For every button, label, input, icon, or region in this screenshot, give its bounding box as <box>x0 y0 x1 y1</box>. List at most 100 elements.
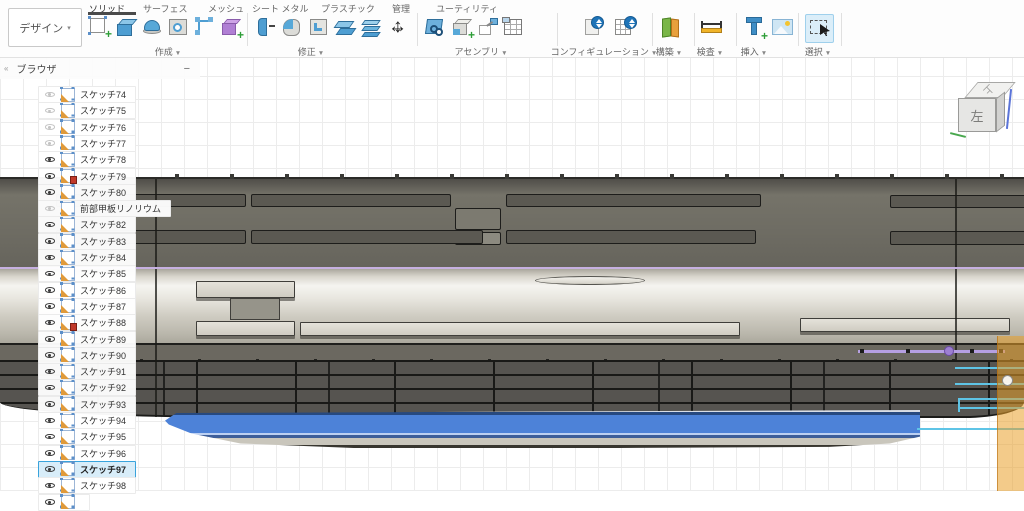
visibility-eye-icon[interactable] <box>44 171 56 182</box>
model-hull[interactable] <box>0 177 1024 459</box>
browser-sketch-row[interactable]: スケッチ75 <box>38 102 136 119</box>
configuration-table-icon[interactable] <box>614 15 638 41</box>
browser-sketch-row[interactable]: スケッチ98 <box>38 477 136 494</box>
insert-mesh-icon[interactable]: + <box>220 15 244 41</box>
visibility-eye-icon[interactable] <box>44 448 56 459</box>
configure-icon[interactable] <box>583 15 607 41</box>
visibility-eye-icon[interactable] <box>44 317 56 328</box>
browser-sketch-row[interactable]: スケッチ77 <box>38 135 136 152</box>
browser-sketch-row[interactable]: スケッチ84 <box>38 249 136 266</box>
sketch-line-cyan[interactable] <box>958 398 960 412</box>
insert-derive-icon[interactable] <box>424 15 448 41</box>
visibility-eye-icon[interactable] <box>44 138 56 149</box>
sketch-spline[interactable] <box>858 350 1005 353</box>
visibility-eye-icon[interactable] <box>44 366 56 377</box>
tab-utilities[interactable]: ユーティリティ <box>436 2 498 15</box>
sketch-icon <box>61 136 75 150</box>
visibility-eye-icon[interactable] <box>44 268 56 279</box>
sketch-point-marker[interactable] <box>1002 375 1013 386</box>
visibility-eye-icon[interactable] <box>44 89 56 100</box>
construct-plane-icon[interactable] <box>659 15 683 41</box>
sheet-flange-icon[interactable] <box>254 15 278 41</box>
viewport-canvas[interactable]: 上 左 <box>0 57 1024 491</box>
browser-sketch-row[interactable]: スケッチ93 <box>38 396 136 413</box>
surface-patch-icon[interactable] <box>141 15 165 41</box>
browser-sketch-row[interactable]: スケッチ92 <box>38 379 136 396</box>
design-menu-button[interactable]: デザイン ▾ <box>8 8 82 47</box>
selected-hull-bottom-profile[interactable] <box>165 410 920 448</box>
visibility-eye-icon[interactable] <box>44 399 56 410</box>
browser-sketch-row[interactable]: スケッチ90 <box>38 347 136 364</box>
bend-icon[interactable] <box>281 15 305 41</box>
browser-sketch-row[interactable]: スケッチ85 <box>38 265 136 282</box>
visibility-eye-icon[interactable] <box>44 285 56 296</box>
revolve-surface-icon[interactable] <box>167 15 191 41</box>
tab-plastic[interactable]: プラスチック <box>321 2 375 15</box>
view-cube[interactable]: 上 左 <box>950 77 1016 139</box>
browser-sketch-row[interactable]: スケッチ82 <box>38 216 136 233</box>
visibility-eye-icon[interactable] <box>44 219 56 230</box>
plastic-boss-icon[interactable] <box>308 15 332 41</box>
collapse-panel-icon[interactable]: « <box>4 64 8 73</box>
visibility-eye-icon[interactable] <box>44 236 56 247</box>
select-tool-icon[interactable] <box>805 14 834 43</box>
mesh-edit-icon[interactable] <box>194 15 218 41</box>
tab-mesh[interactable]: メッシュ <box>208 2 244 15</box>
tab-sheetmetal[interactable]: シート メタル <box>252 2 309 15</box>
insert-image-icon[interactable] <box>771 15 795 41</box>
visibility-eye-icon[interactable] <box>44 122 56 133</box>
browser-sketch-row[interactable]: スケッチ79 <box>38 168 136 185</box>
minimize-panel-icon[interactable]: − <box>184 63 190 75</box>
view-cube-front-face[interactable]: 左 <box>958 98 996 132</box>
sketch-name: スケッチ83 <box>80 235 126 248</box>
browser-sketch-row[interactable]: スケッチ88 <box>38 314 136 331</box>
extrude-icon[interactable] <box>114 15 138 41</box>
visibility-eye-icon[interactable] <box>44 187 56 198</box>
visibility-eye-icon[interactable] <box>44 350 56 361</box>
browser-sketch-row[interactable]: スケッチ86 <box>38 282 136 299</box>
browser-sketch-row[interactable]: スケッチ76 <box>38 119 136 136</box>
browser-sketch-row[interactable]: スケッチ87 <box>38 298 136 315</box>
plastic-rib-icon[interactable] <box>334 15 358 41</box>
measure-icon[interactable] <box>700 15 724 41</box>
sketch-name: スケッチ91 <box>80 365 126 378</box>
hull-mid-band <box>0 269 1024 345</box>
joint-icon[interactable] <box>477 15 501 41</box>
browser-sketch-row[interactable]: スケッチ95 <box>38 428 136 445</box>
move-icon[interactable]: ↔ ↕ <box>386 15 410 41</box>
browser-sketch-row[interactable]: スケッチ80 <box>38 184 136 201</box>
browser-sketch-row[interactable]: スケッチ97 <box>38 461 136 478</box>
new-component-icon[interactable]: + <box>451 15 475 41</box>
browser-sketch-row[interactable]: スケッチ94 <box>38 412 136 429</box>
visibility-eye-icon[interactable] <box>44 334 56 345</box>
browser-sketch-row[interactable]: スケッチ83 <box>38 233 136 250</box>
insert-tspline-icon[interactable]: + <box>744 15 768 41</box>
lock-icon <box>70 323 77 331</box>
view-cube-right-face[interactable] <box>996 91 1005 132</box>
browser-sketch-row[interactable]: スケッチ78 <box>38 151 136 168</box>
visibility-eye-icon[interactable] <box>44 497 56 508</box>
browser-sketch-row[interactable]: スケッチ74 <box>38 86 136 103</box>
visibility-eye-icon[interactable] <box>44 203 56 214</box>
visibility-eye-icon[interactable] <box>44 480 56 491</box>
browser-sketch-row[interactable]: スケッチ91 <box>38 363 136 380</box>
browser-sketch-row[interactable]: スケッチ96 <box>38 445 136 462</box>
view-cube-top-face[interactable]: 上 <box>964 82 1015 98</box>
spline-control-point[interactable] <box>944 346 954 356</box>
thicken-layers-icon[interactable] <box>360 15 384 41</box>
visibility-eye-icon[interactable] <box>44 382 56 393</box>
create-sketch-icon[interactable]: + <box>88 15 112 41</box>
visibility-eye-icon[interactable] <box>44 252 56 263</box>
tab-surface[interactable]: サーフェス <box>143 2 187 15</box>
browser-sketch-row[interactable]: 前部甲板リノリウム <box>38 200 171 217</box>
tab-manage[interactable]: 管理 <box>392 2 410 15</box>
visibility-eye-icon[interactable] <box>44 154 56 165</box>
visibility-eye-icon[interactable] <box>44 415 56 426</box>
visibility-eye-icon[interactable] <box>44 301 56 312</box>
visibility-eye-icon[interactable] <box>44 105 56 116</box>
bom-table-icon[interactable] <box>502 15 526 41</box>
browser-sketch-row[interactable] <box>38 494 90 511</box>
visibility-eye-icon[interactable] <box>44 431 56 442</box>
visibility-eye-icon[interactable] <box>44 464 56 475</box>
browser-sketch-row[interactable]: スケッチ89 <box>38 331 136 348</box>
